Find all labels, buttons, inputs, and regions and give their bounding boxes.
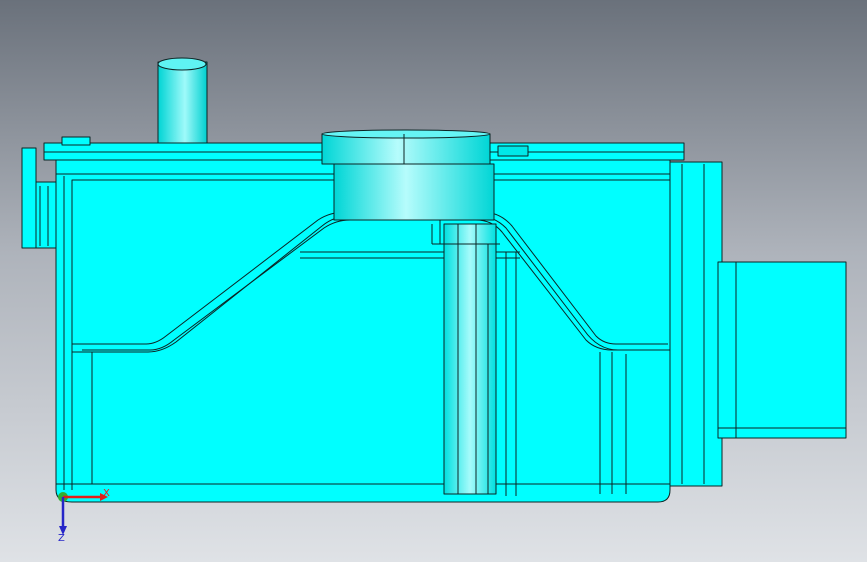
graphics-viewport[interactable]: X Z	[0, 0, 867, 562]
triad-z-label: Z	[58, 533, 65, 544]
connector-housing	[659, 161, 847, 487]
model-view[interactable]: X Z	[0, 0, 867, 562]
coordinate-triad: X Z	[58, 488, 110, 544]
triad-x-label: X	[103, 488, 110, 499]
